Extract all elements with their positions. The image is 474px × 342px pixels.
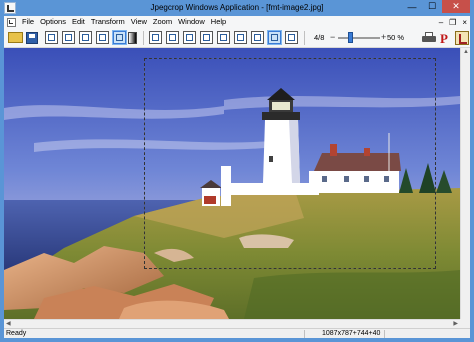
- horizontal-scrollbar[interactable]: ◀ ▶: [4, 319, 460, 328]
- zoom-out-icon[interactable]: −: [330, 32, 335, 42]
- status-bar: Ready 1087x787+744+40: [4, 328, 470, 338]
- flip-horizontal-icon[interactable]: [183, 31, 196, 44]
- maximize-button[interactable]: ☐: [422, 0, 442, 13]
- transpose-icon[interactable]: [217, 31, 230, 44]
- zoom-in-icon[interactable]: +: [381, 32, 386, 42]
- menu-help[interactable]: Help: [208, 16, 229, 28]
- status-divider: [384, 330, 385, 338]
- open-icon[interactable]: [8, 32, 23, 43]
- minimize-button[interactable]: —: [402, 0, 422, 13]
- toolbar-separator: [304, 31, 305, 45]
- rotate-180-icon[interactable]: [251, 31, 264, 44]
- save-icon[interactable]: [26, 32, 38, 44]
- vertical-scrollbar[interactable]: ▲: [460, 48, 470, 319]
- grid-icon[interactable]: [62, 31, 75, 44]
- menu-file[interactable]: File: [19, 16, 37, 28]
- title-bar[interactable]: Jpegcrop Windows Application - [fmt-imag…: [0, 0, 474, 16]
- close-button[interactable]: ✕: [442, 0, 470, 13]
- menu-view[interactable]: View: [128, 16, 150, 28]
- window-controls: — ☐ ✕: [402, 0, 470, 13]
- scroll-left-icon[interactable]: ◀: [6, 320, 11, 327]
- select-icon[interactable]: [112, 30, 127, 45]
- status-text: Ready: [6, 330, 27, 337]
- actual-size-icon[interactable]: [285, 31, 298, 44]
- gradient-icon[interactable]: [128, 32, 137, 44]
- frame-icon[interactable]: [79, 31, 92, 44]
- page-counter: 4/8: [314, 33, 325, 42]
- document-close-button[interactable]: ×: [462, 18, 467, 27]
- menu-zoom[interactable]: Zoom: [150, 16, 175, 28]
- crop-icon[interactable]: [45, 31, 58, 44]
- rotate-right-icon[interactable]: [166, 31, 179, 44]
- scroll-right-icon[interactable]: ▶: [453, 320, 458, 327]
- transverse-icon[interactable]: [234, 31, 247, 44]
- zoom-level-label: 50 %: [387, 33, 405, 42]
- menu-window[interactable]: Window: [175, 16, 208, 28]
- about-icon[interactable]: [455, 31, 469, 45]
- document-icon[interactable]: [7, 17, 16, 27]
- document-window-controls: – ❐ ×: [439, 18, 470, 27]
- rotate-left-icon[interactable]: [149, 31, 162, 44]
- menu-bar: File Options Edit Transform View Zoom Wi…: [4, 16, 470, 28]
- menu-options[interactable]: Options: [37, 16, 69, 28]
- application-window: Jpegcrop Windows Application - [fmt-imag…: [0, 0, 474, 342]
- resize-icon[interactable]: [96, 31, 109, 44]
- selection-dimensions: 1087x787+744+40: [322, 330, 381, 337]
- crop-selection[interactable]: [144, 58, 436, 269]
- menu-edit[interactable]: Edit: [69, 16, 88, 28]
- fit-icon[interactable]: [267, 30, 282, 45]
- print-icon[interactable]: [422, 32, 436, 44]
- zoom-slider-thumb[interactable]: [348, 32, 353, 43]
- menu-transform[interactable]: Transform: [88, 16, 128, 28]
- status-divider: [304, 330, 305, 338]
- scroll-up-icon[interactable]: ▲: [463, 49, 469, 55]
- image-canvas[interactable]: [4, 48, 460, 319]
- toolbar: 4/8 − + 50 % P: [4, 28, 470, 48]
- toolbar-separator: [143, 31, 144, 45]
- scroll-corner: [460, 319, 470, 328]
- p-icon[interactable]: P: [440, 31, 448, 47]
- document-restore-button[interactable]: ❐: [449, 18, 456, 27]
- flip-vertical-icon[interactable]: [200, 31, 213, 44]
- zoom-slider-track[interactable]: [338, 37, 380, 39]
- document-minimize-button[interactable]: –: [439, 18, 443, 27]
